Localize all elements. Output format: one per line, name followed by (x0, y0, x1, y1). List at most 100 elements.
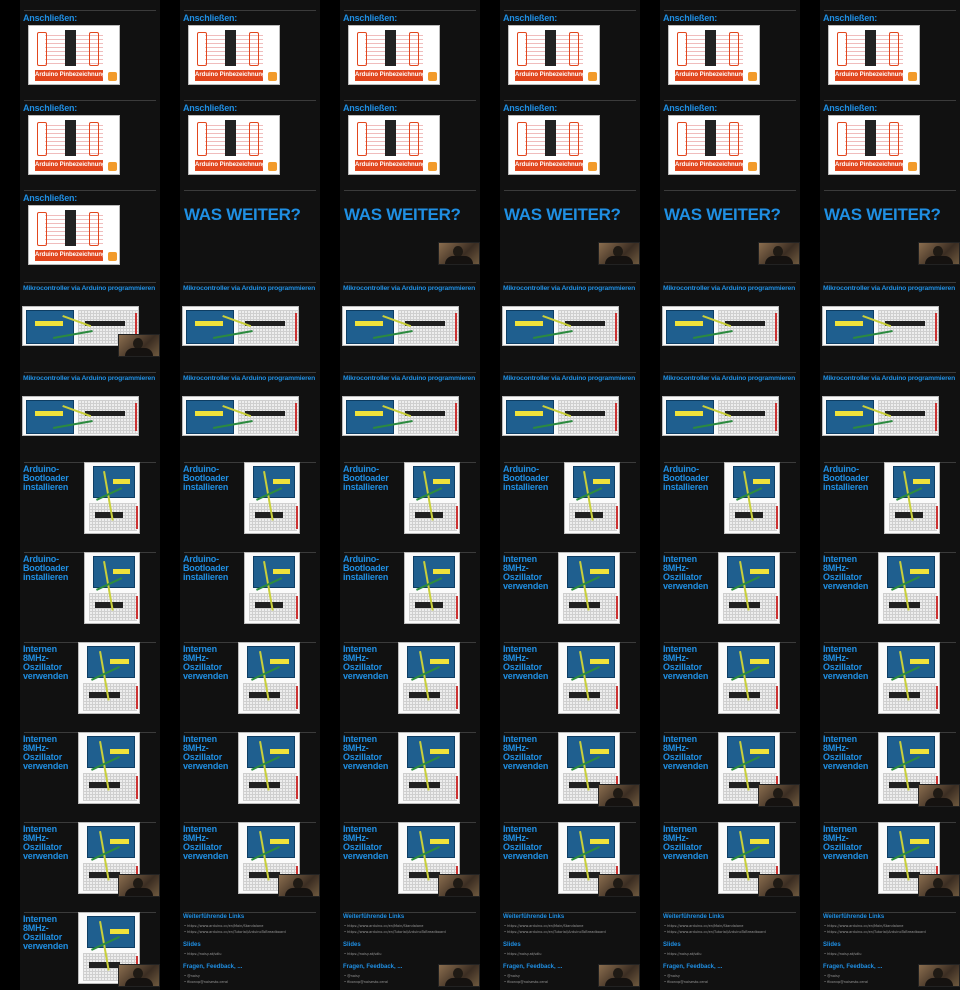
rail-icon (455, 313, 457, 341)
slide-title: Anschließen: (663, 103, 718, 113)
rail-icon (775, 403, 777, 431)
slide-title: Internen 8MHz-Oszillator verwenden (503, 644, 549, 681)
chip-icon (255, 601, 283, 608)
pin-diagram-image: Arduino Pinbezeichnungen (668, 25, 760, 85)
slide-title: WAS WEITER? (344, 205, 461, 224)
slide-title: Internen 8MHz-Oszillator verwenden (23, 914, 69, 951)
contact-sheet: Anschließen:Arduino PinbezeichnungenAnsc… (0, 0, 960, 990)
contact-item[interactable]: • fibonvp@noisesto.ceral (824, 980, 868, 984)
contact-item[interactable]: • @noisy (184, 974, 200, 978)
slide-mcu: Mikrocontroller via Arduino programmiere… (820, 362, 960, 452)
slide-mcu: Mikrocontroller via Arduino programmiere… (820, 272, 960, 362)
slide-divider (184, 372, 316, 373)
slide-title: Internen 8MHz-Oszillator verwenden (503, 554, 549, 591)
link-item[interactable]: • https://www.arduino.cc/en/Tutorial/Ard… (184, 930, 286, 934)
link-item[interactable]: • https://www.arduino.cc/en/Tutorial/Ard… (504, 930, 606, 934)
label-icon (910, 838, 929, 844)
webcam-overlay (278, 874, 320, 897)
right-pin-highlight (249, 32, 259, 66)
pin-banner: Arduino Pinbezeichnungen (835, 160, 903, 171)
link-item[interactable]: • https://www.arduino.cc/en/Main/Standal… (504, 924, 583, 928)
pin-banner: Arduino Pinbezeichnungen (355, 70, 423, 81)
slide-title: WAS WEITER? (504, 205, 621, 224)
logo-icon (588, 162, 597, 171)
slide-title: Mikrocontroller via Arduino programmiere… (343, 285, 476, 292)
slides-link[interactable]: • https://noisy.at/sdlu (344, 952, 382, 956)
presenter-body (925, 978, 953, 986)
pin-diagram-image: Arduino Pinbezeichnungen (188, 115, 280, 175)
link-item[interactable]: • https://www.arduino.cc/en/Main/Standal… (664, 924, 743, 928)
link-item[interactable]: • https://www.arduino.cc/en/Tutorial/Ard… (344, 930, 446, 934)
slide-title: Arduino-Bootloader installieren (183, 554, 229, 582)
left-pin-highlight (37, 212, 47, 246)
breadboard-image (244, 462, 300, 534)
link-item[interactable]: • https://www.arduino.cc/en/Tutorial/Ard… (824, 930, 926, 934)
rail-icon (456, 506, 458, 530)
contact-item[interactable]: • fibonvp@noisesto.ceral (504, 980, 548, 984)
slides-link[interactable]: • https://noisy.at/sdlu (664, 952, 702, 956)
slide-title: Arduino-Bootloader installieren (183, 464, 229, 492)
chip-icon (225, 30, 236, 66)
slide-boot: Arduino-Bootloader installieren (180, 542, 320, 632)
presenter-body (125, 888, 153, 896)
label-icon (195, 321, 223, 326)
left-pin-highlight (837, 32, 847, 66)
slide-title: Internen 8MHz-Oszillator verwenden (23, 644, 69, 681)
rail-icon (296, 596, 298, 620)
left-pin-highlight (357, 122, 367, 156)
pin-diagram-image: Arduino Pinbezeichnungen (348, 25, 440, 85)
pin-banner: Arduino Pinbezeichnungen (35, 70, 103, 81)
breadboard-image (238, 732, 300, 804)
left-pin-highlight (517, 32, 527, 66)
slide-title: Internen 8MHz-Oszillator verwenden (663, 824, 709, 861)
slide-title: Anschließen: (23, 103, 78, 113)
contact-item[interactable]: • @noisy (504, 974, 520, 978)
chip-icon (95, 601, 123, 608)
presenter-body (925, 798, 953, 806)
slides-link[interactable]: • https://noisy.at/sdlu (824, 952, 862, 956)
left-pin-highlight (197, 32, 207, 66)
contact-item[interactable]: • @noisy (824, 974, 840, 978)
link-item[interactable]: • https://www.arduino.cc/en/Tutorial/Ard… (664, 930, 766, 934)
slide-divider (24, 282, 156, 283)
contact-item[interactable]: • @noisy (664, 974, 680, 978)
link-item[interactable]: • https://www.arduino.cc/en/Main/Standal… (344, 924, 423, 928)
chip-icon (249, 691, 280, 698)
link-item[interactable]: • https://www.arduino.cc/en/Main/Standal… (184, 924, 263, 928)
label-icon (515, 321, 543, 326)
pin-diagram-image: Arduino Pinbezeichnungen (28, 205, 120, 265)
webcam-overlay (598, 964, 640, 987)
slide-links: Weiterführende Links • https://www.arduin… (500, 902, 640, 990)
slide-title: Mikrocontroller via Arduino programmiere… (663, 375, 796, 382)
pin-diagram-image: Arduino Pinbezeichnungen (668, 115, 760, 175)
slide-divider (184, 190, 316, 191)
pin-diagram-image: Arduino Pinbezeichnungen (508, 25, 600, 85)
slide-column: Anschließen:Arduino PinbezeichnungenAnsc… (660, 0, 800, 990)
presenter-body (445, 978, 473, 986)
slide-title: Internen 8MHz-Oszillator verwenden (663, 734, 709, 771)
slide-divider (344, 912, 476, 913)
slide-title: Anschließen: (503, 103, 558, 113)
slide-mcu: Mikrocontroller via Arduino programmiere… (180, 272, 320, 362)
slide-column: Anschließen:Arduino PinbezeichnungenAnsc… (20, 0, 160, 990)
label-icon (433, 478, 450, 484)
contact-item[interactable]: • @noisy (344, 974, 360, 978)
presenter-body (765, 256, 793, 264)
breadboard-image (558, 642, 620, 714)
label-icon (110, 748, 129, 754)
slide-title: Anschließen: (343, 13, 398, 23)
link-item[interactable]: • https://www.arduino.cc/en/Main/Standal… (824, 924, 903, 928)
slide-title: Anschließen: (183, 13, 238, 23)
slides-link[interactable]: • https://noisy.at/sdlu (184, 952, 222, 956)
breadboard-image (342, 306, 459, 346)
slide-divider (664, 100, 796, 101)
label-icon (430, 748, 449, 754)
slide-mcu: Mikrocontroller via Arduino programmiere… (660, 272, 800, 362)
contact-item[interactable]: • fibonvp@noisesto.ceral (664, 980, 708, 984)
slides-link[interactable]: • https://noisy.at/sdlu (504, 952, 542, 956)
slide-pin: Anschließen: Arduino Pinbezeichnungen (660, 0, 800, 90)
rail-icon (936, 506, 938, 530)
chip-icon (729, 601, 760, 608)
contact-item[interactable]: • fibonvp@noisesto.ceral (344, 980, 388, 984)
contact-item[interactable]: • fibonvp@noisesto.ceral (184, 980, 228, 984)
